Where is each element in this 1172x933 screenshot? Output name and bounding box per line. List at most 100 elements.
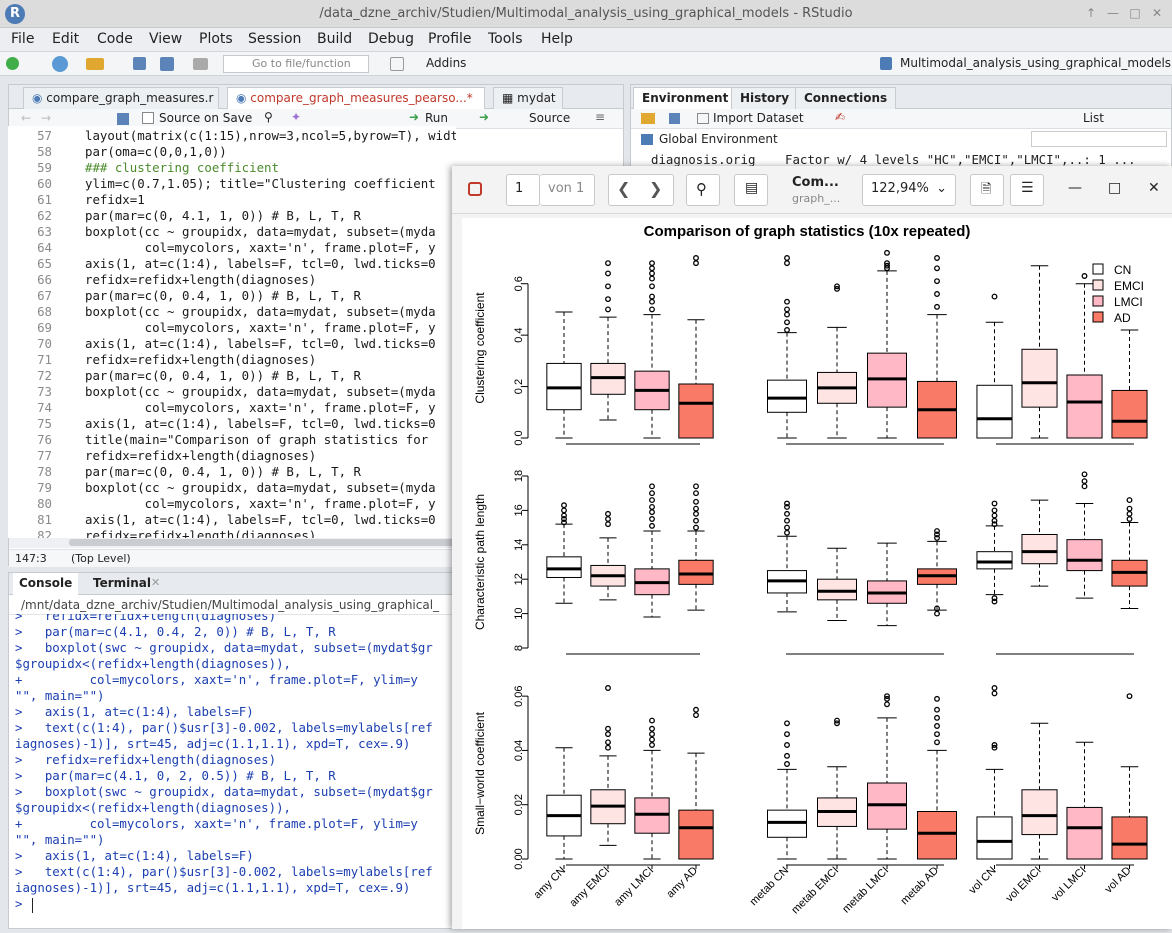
code-line[interactable]: ylim=c(0.7,1.05); title="Clustering coef… bbox=[85, 176, 436, 191]
code-line[interactable]: layout(matrix(c(1:15),nrow=3,ncol=5,byro… bbox=[85, 128, 456, 143]
code-line[interactable]: boxplot(cc ~ groupidx, data=mydat, subse… bbox=[85, 304, 436, 319]
menu-button[interactable]: ☰ bbox=[1010, 174, 1044, 206]
hamburger-icon: ☰ bbox=[1021, 180, 1034, 196]
forward-arrow-icon[interactable]: → bbox=[41, 111, 51, 125]
new-file-icon[interactable] bbox=[6, 57, 19, 70]
magic-wand-icon[interactable]: ✦ bbox=[291, 110, 301, 124]
run-arrow-icon[interactable]: ➜ bbox=[409, 110, 419, 124]
source-button[interactable]: Source bbox=[529, 111, 570, 125]
import-dataset-menu[interactable]: Import Dataset bbox=[713, 111, 804, 125]
source-arrow-icon[interactable]: ➜ bbox=[479, 110, 489, 124]
menu-edit[interactable]: Edit bbox=[52, 31, 79, 47]
code-line[interactable]: boxplot(cc ~ groupidx, data=mydat, subse… bbox=[85, 224, 436, 239]
code-line[interactable]: axis(1, at=c(1:4), labels=F, tcl=0, lwd.… bbox=[85, 256, 436, 271]
code-line[interactable]: refidx=refidx+length(diagnoses) bbox=[85, 272, 316, 287]
goto-file-input[interactable]: Go to file/function bbox=[223, 55, 369, 73]
menu-code[interactable]: Code bbox=[97, 31, 133, 47]
console-output[interactable]: > refidx=refidx+length(diagnoses) > par(m… bbox=[8, 614, 454, 929]
code-line[interactable]: col=mycolors, xaxt='n', frame.plot=F, y bbox=[85, 400, 436, 415]
save-icon[interactable] bbox=[117, 113, 129, 125]
list-view-menu[interactable]: List bbox=[1083, 111, 1104, 125]
page-number-input[interactable]: 1 bbox=[506, 174, 540, 206]
menu-session[interactable]: Session bbox=[248, 31, 301, 47]
y-tick-label: 0.06 bbox=[513, 685, 525, 706]
code-line[interactable]: title(main="Comparison of graph statisti… bbox=[85, 432, 428, 447]
save-workspace-icon[interactable] bbox=[669, 113, 680, 124]
outlier-point bbox=[784, 510, 790, 517]
tab-compare-graph-measures[interactable]: ◉ compare_graph_measures.r bbox=[23, 87, 219, 109]
broom-icon[interactable]: ✍ bbox=[835, 110, 845, 124]
code-line[interactable]: col=mycolors, xaxt='n', frame.plot=F, y bbox=[85, 240, 436, 255]
outlier-point bbox=[649, 270, 655, 277]
viewer-maximize-icon[interactable]: □ bbox=[1108, 180, 1121, 196]
menu-view[interactable]: View bbox=[149, 31, 182, 47]
window-up-icon[interactable]: ↑ bbox=[1083, 5, 1099, 21]
scroll-thumb[interactable] bbox=[69, 539, 454, 546]
source-on-save-checkbox[interactable] bbox=[142, 112, 154, 124]
x-tick-label: metab CN bbox=[748, 865, 792, 909]
annotate-button[interactable]: ▤ bbox=[734, 174, 768, 206]
code-line[interactable]: refidx=1 bbox=[85, 192, 145, 207]
outline-icon[interactable]: ≡ bbox=[595, 110, 605, 124]
addins-menu[interactable]: Addins bbox=[426, 56, 466, 70]
prev-page-icon[interactable]: ❮ bbox=[617, 179, 630, 198]
viewer-close-icon[interactable]: ✕ bbox=[1148, 180, 1160, 196]
close-icon[interactable]: ✕ bbox=[151, 576, 160, 589]
project-menu[interactable]: Multimodal_analysis_using_graphical_mode… bbox=[900, 56, 1171, 70]
tab-terminal[interactable]: Terminal bbox=[87, 573, 157, 595]
menu-debug[interactable]: Debug bbox=[368, 31, 414, 47]
menu-help[interactable]: Help bbox=[541, 31, 573, 47]
code-line[interactable]: col=mycolors, xaxt='n', frame.plot=F, y bbox=[85, 496, 436, 511]
code-line[interactable]: boxplot(cc ~ groupidx, data=mydat, subse… bbox=[85, 480, 436, 495]
code-line[interactable]: refidx=refidx+length(diagnoses) bbox=[85, 352, 316, 367]
new-project-icon[interactable] bbox=[52, 56, 68, 72]
environment-search-input[interactable] bbox=[1031, 131, 1167, 147]
code-line[interactable]: ### clustering coefficient bbox=[85, 160, 279, 175]
load-workspace-icon[interactable] bbox=[641, 113, 655, 124]
tab-compare-graph-measures-pearson[interactable]: ◉ compare_graph_measures_pearso...* bbox=[227, 87, 485, 109]
outlier-point bbox=[784, 319, 790, 326]
save-icon[interactable] bbox=[133, 57, 146, 70]
run-button[interactable]: Run bbox=[425, 111, 448, 125]
tab-environment[interactable]: Environment bbox=[633, 87, 738, 109]
console-cursor[interactable] bbox=[32, 898, 33, 913]
grid-layout-icon[interactable] bbox=[390, 57, 404, 71]
code-line[interactable]: par(mar=c(0, 0.4, 1, 0)) # B, L, T, R bbox=[85, 464, 361, 479]
window-minimize-icon[interactable]: — bbox=[1105, 5, 1121, 21]
print-icon[interactable] bbox=[193, 58, 208, 70]
menu-profile[interactable]: Profile bbox=[428, 31, 472, 47]
code-line[interactable]: par(mar=c(0, 0.4, 1, 0)) # B, L, T, R bbox=[85, 288, 361, 303]
code-line[interactable]: col=mycolors, xaxt='n', frame.plot=F, y bbox=[85, 320, 436, 335]
tab-mydat[interactable]: ▦ mydat bbox=[493, 87, 563, 109]
menu-build[interactable]: Build bbox=[317, 31, 352, 47]
code-line[interactable]: boxplot(cc ~ groupidx, data=mydat, subse… bbox=[85, 384, 436, 399]
next-page-icon[interactable]: ❯ bbox=[649, 179, 662, 198]
search-icon[interactable]: ⚲ bbox=[264, 110, 273, 124]
menu-plots[interactable]: Plots bbox=[199, 31, 233, 47]
document-button[interactable]: 🗎 bbox=[970, 174, 1004, 206]
code-line[interactable]: axis(1, at=c(1:4), labels=F, tcl=0, lwd.… bbox=[85, 512, 436, 527]
code-line[interactable]: par(mar=c(0, 0.4, 1, 0)) # B, L, T, R bbox=[85, 368, 361, 383]
window-close-icon[interactable]: ✕ bbox=[1149, 5, 1165, 21]
code-line[interactable]: refidx=refidx+length(diagnoses) bbox=[85, 528, 316, 538]
code-line[interactable]: par(oma=c(0,0,1,0)) bbox=[85, 144, 227, 159]
window-maximize-icon[interactable]: □ bbox=[1127, 5, 1143, 21]
tab-history[interactable]: History bbox=[731, 87, 799, 109]
code-editor[interactable]: 57 layout(matrix(c(1:15),nrow=3,ncol=5,by… bbox=[8, 126, 456, 538]
save-all-icon[interactable] bbox=[160, 57, 174, 71]
tab-console[interactable]: Console bbox=[13, 573, 79, 595]
code-line[interactable]: axis(1, at=c(1:4), labels=F, tcl=0, lwd.… bbox=[85, 336, 436, 351]
open-folder-icon[interactable] bbox=[86, 58, 104, 70]
zoom-select[interactable]: 122,94% ⌄ bbox=[862, 174, 956, 206]
code-line[interactable]: refidx=refidx+length(diagnoses) bbox=[85, 448, 316, 463]
menu-file[interactable]: File bbox=[11, 31, 34, 47]
viewer-minimize-icon[interactable]: — bbox=[1068, 180, 1082, 196]
menu-tools[interactable]: Tools bbox=[488, 31, 523, 47]
back-arrow-icon[interactable]: ← bbox=[21, 111, 31, 125]
search-button[interactable]: ⚲ bbox=[686, 174, 720, 206]
code-line[interactable]: axis(1, at=c(1:4), labels=F, tcl=0, lwd.… bbox=[85, 416, 436, 431]
tab-connections[interactable]: Connections bbox=[795, 87, 897, 109]
global-environment-menu[interactable]: Global Environment bbox=[659, 132, 778, 146]
scope-selector[interactable]: (Top Level) bbox=[71, 552, 131, 565]
code-line[interactable]: par(mar=c(0, 4.1, 1, 0)) # B, L, T, R bbox=[85, 208, 361, 223]
